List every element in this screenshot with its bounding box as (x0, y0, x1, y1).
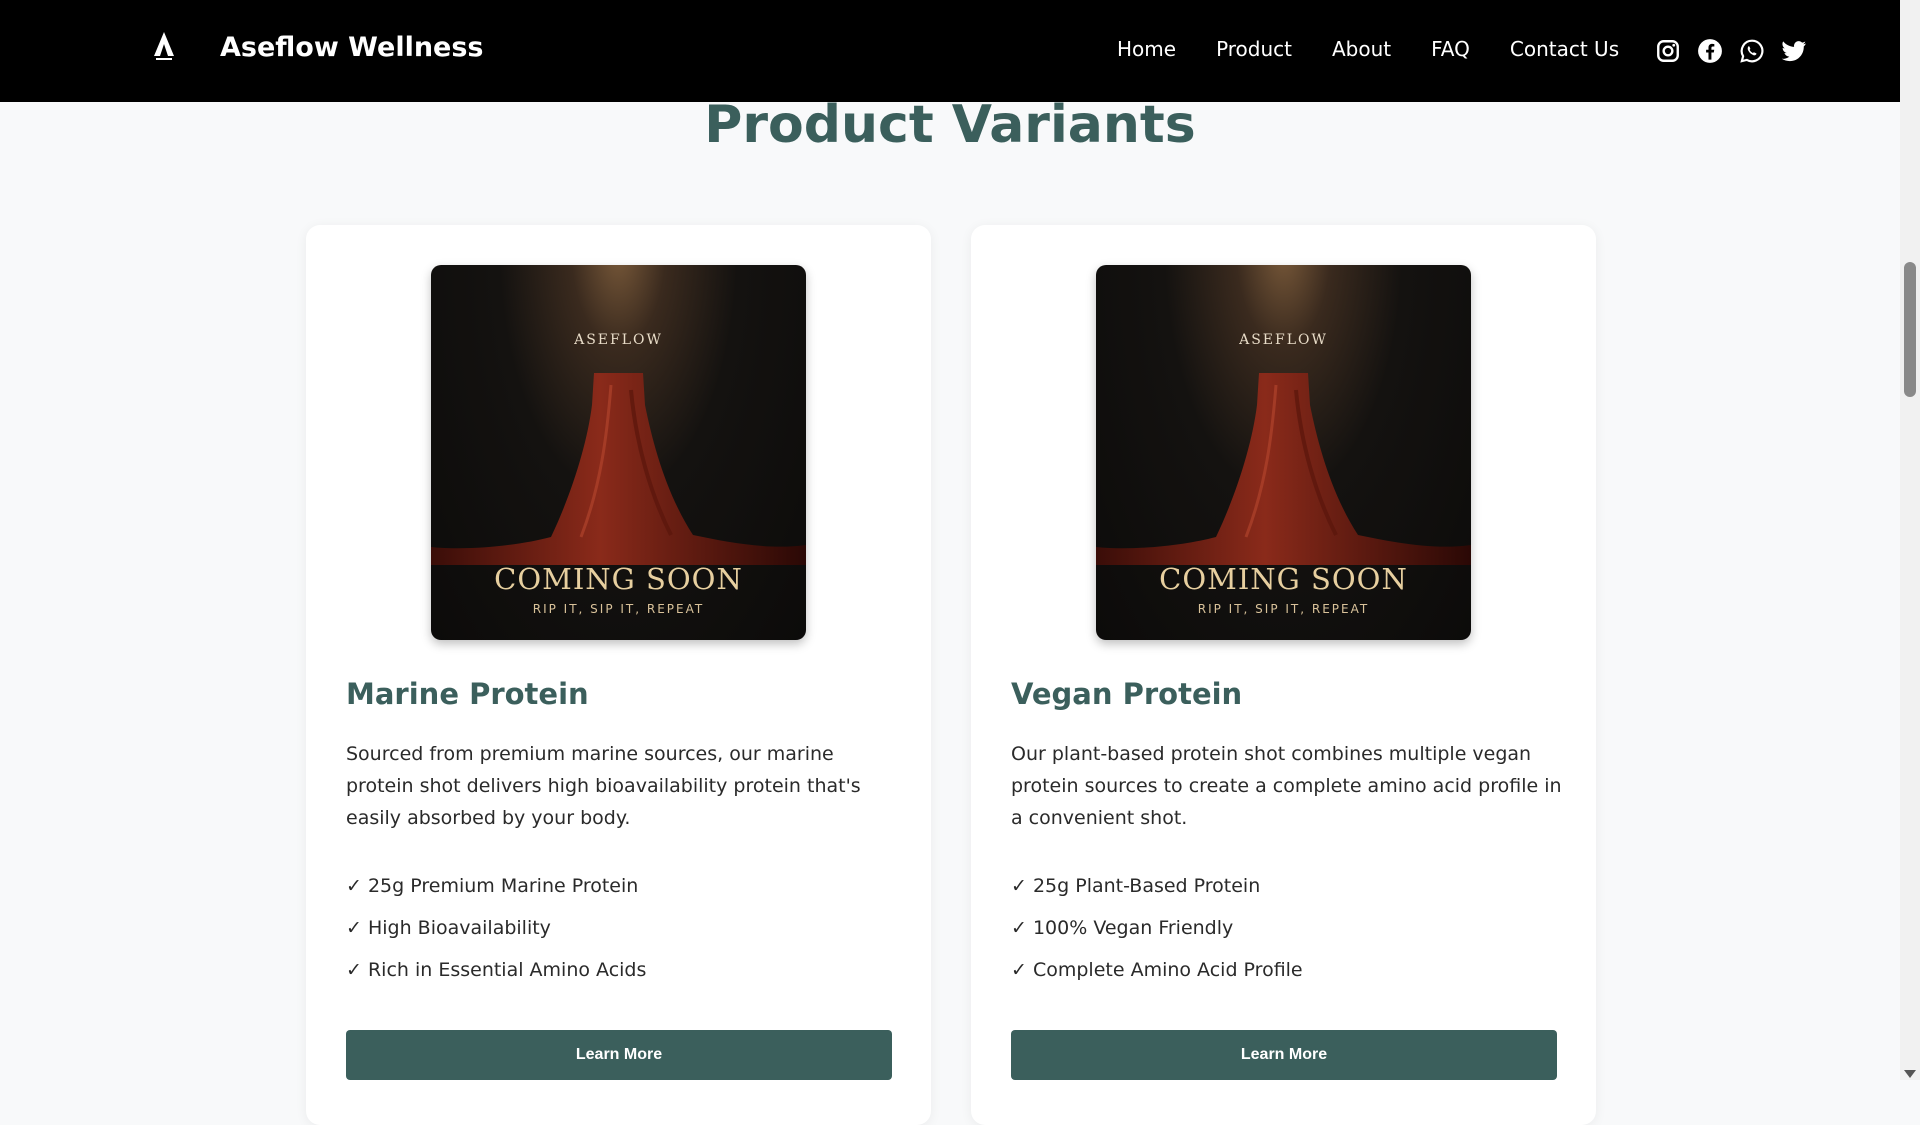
social-links (1655, 38, 1823, 64)
scroll-down-arrow-icon[interactable] (1904, 1070, 1916, 1078)
feature-item: ✓ 100% Vegan Friendly (1011, 917, 1234, 939)
draped-bottle-illustration (1096, 373, 1471, 565)
section-title: Product Variants (704, 95, 1196, 155)
nav-faq[interactable]: FAQ (1431, 37, 1470, 61)
feature-item: ✓ 25g Plant-Based Protein (1011, 875, 1261, 897)
product-card-marine: ASEFLOW COMING SOON RIP IT, SIP IT, REPE… (306, 225, 931, 1125)
learn-more-button[interactable]: Learn More (1011, 1030, 1557, 1080)
logo-icon (154, 32, 174, 60)
image-tagline: RIP IT, SIP IT, REPEAT (532, 602, 705, 616)
image-headline: COMING SOON (494, 562, 743, 596)
feature-list: ✓ 25g Plant-Based Protein ✓ 100% Vegan F… (1011, 865, 1303, 991)
nav-contact[interactable]: Contact Us (1510, 37, 1619, 61)
product-image: ASEFLOW COMING SOON RIP IT, SIP IT, REPE… (1096, 265, 1471, 640)
product-card-vegan: ASEFLOW COMING SOON RIP IT, SIP IT, REPE… (971, 225, 1596, 1125)
image-brand-text: ASEFLOW (1239, 332, 1328, 348)
feature-item: ✓ High Bioavailability (346, 917, 551, 939)
instagram-icon[interactable] (1655, 38, 1681, 64)
draped-bottle-illustration (431, 373, 806, 565)
twitter-icon[interactable] (1781, 38, 1807, 64)
feature-list: ✓ 25g Premium Marine Protein ✓ High Bioa… (346, 865, 646, 991)
facebook-icon[interactable] (1697, 38, 1723, 64)
feature-item: ✓ Complete Amino Acid Profile (1011, 959, 1303, 981)
product-title: Vegan Protein (1011, 677, 1243, 711)
brand-name: Aseflow Wellness (220, 31, 484, 63)
product-description: Sourced from premium marine sources, our… (346, 743, 861, 829)
image-tagline: RIP IT, SIP IT, REPEAT (1197, 602, 1370, 616)
nav-product[interactable]: Product (1216, 37, 1292, 61)
product-description: Our plant-based protein shot combines mu… (1011, 743, 1562, 829)
scrollbar[interactable] (1900, 0, 1920, 1080)
learn-more-button[interactable]: Learn More (346, 1030, 892, 1080)
product-image: ASEFLOW COMING SOON RIP IT, SIP IT, REPE… (431, 265, 806, 640)
image-headline: COMING SOON (1159, 562, 1408, 596)
nav-home[interactable]: Home (1117, 37, 1176, 61)
product-title: Marine Protein (346, 677, 589, 711)
brand[interactable]: Aseflow Wellness (150, 30, 484, 64)
navbar: Aseflow Wellness Home Product About FAQ … (0, 0, 1900, 102)
nav-about[interactable]: About (1332, 37, 1391, 61)
feature-item: ✓ Rich in Essential Amino Acids (346, 959, 647, 981)
feature-item: ✓ 25g Premium Marine Protein (346, 875, 639, 897)
whatsapp-icon[interactable] (1739, 38, 1765, 64)
nav-links: Home Product About FAQ Contact Us (1117, 37, 1619, 61)
scrollbar-thumb[interactable] (1904, 262, 1916, 397)
image-brand-text: ASEFLOW (574, 332, 663, 348)
